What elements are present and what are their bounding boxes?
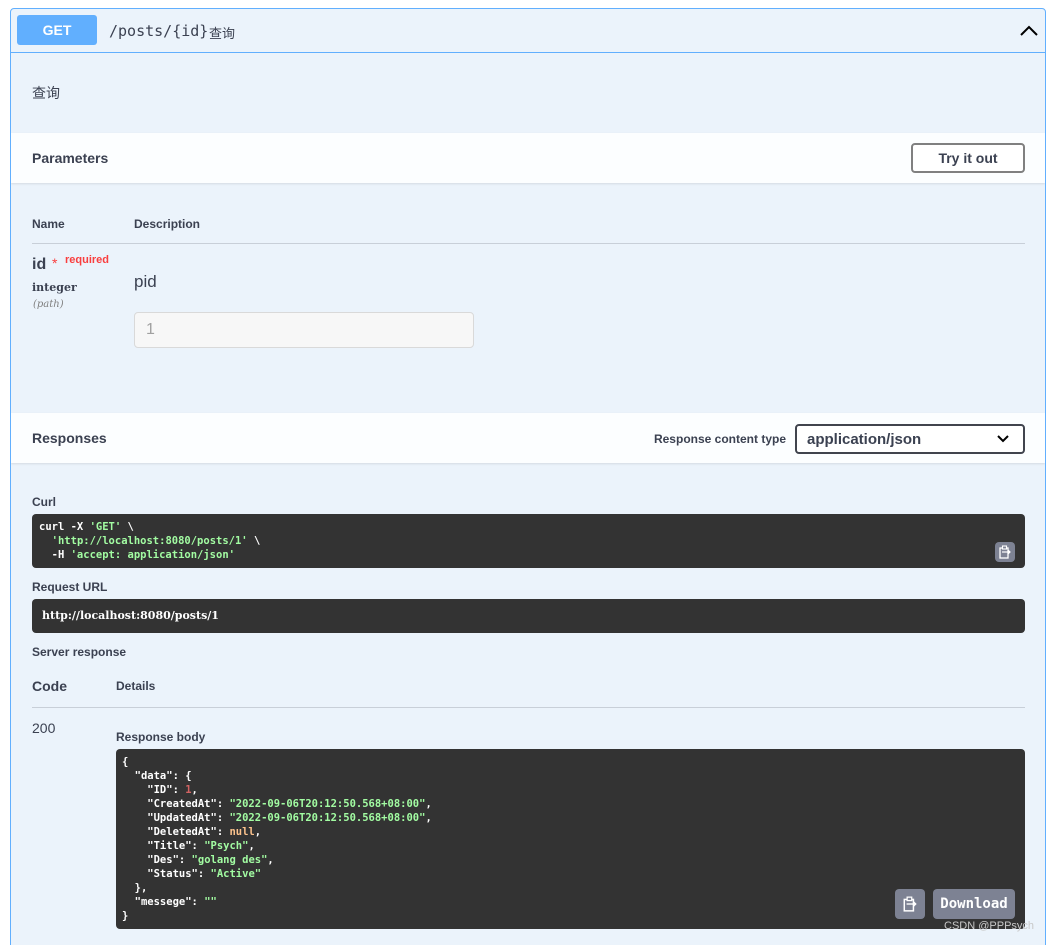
- curl-text: \: [247, 535, 261, 547]
- param-required-label: required: [65, 254, 110, 266]
- curl-text: curl -X: [39, 521, 90, 533]
- json-string: "2022-09-06T20:12:50.568+08:00": [229, 798, 426, 810]
- download-button[interactable]: Download: [933, 889, 1015, 919]
- response-body-label: Response body: [116, 730, 206, 744]
- curl-label: Curl: [32, 495, 56, 509]
- chevron-down-icon: [997, 435, 1009, 443]
- json-key: "Des":: [122, 854, 192, 866]
- watermark: CSDN @PPPsych: [944, 920, 1035, 932]
- json-null: null: [229, 826, 255, 838]
- response-content-type-select[interactable]: application/json: [795, 424, 1025, 454]
- curl-string: 'accept: application/json': [70, 549, 235, 561]
- json-key: "UpdatedAt":: [122, 812, 230, 824]
- response-content-type-value: application/json: [807, 430, 922, 448]
- server-response-label: Server response: [32, 645, 127, 659]
- curl-string: 'http://localhost:8080/posts/1': [51, 535, 248, 547]
- response-header-divider: [32, 707, 1025, 708]
- copy-icon: [999, 545, 1011, 559]
- param-col-name: Name: [32, 217, 65, 231]
- request-url-label: Request URL: [32, 580, 108, 594]
- json-key: "messege":: [122, 896, 205, 908]
- operation-block-get-posts-id: GET /posts/{id} 查询 查询 Parameters Try it …: [10, 8, 1046, 945]
- param-type: integer: [32, 281, 77, 294]
- json-key: "DeletedAt":: [122, 826, 230, 838]
- json-string: "2022-09-06T20:12:50.568+08:00": [229, 812, 426, 824]
- responses-title: Responses: [32, 430, 107, 446]
- operation-path: /posts/{id}: [109, 22, 209, 40]
- operation-summary-text: 查询: [209, 26, 236, 41]
- try-it-out-button[interactable]: Try it out: [911, 143, 1025, 173]
- copy-curl-button[interactable]: [995, 542, 1015, 562]
- json-punct: },: [122, 882, 148, 894]
- param-description: pid: [134, 272, 157, 291]
- curl-string: 'GET': [89, 521, 122, 533]
- response-body-block[interactable]: { "data": { "ID": 1, "CreatedAt": "2022-…: [116, 749, 1025, 929]
- param-col-description: Description: [134, 217, 201, 231]
- request-url-block[interactable]: http://localhost:8080/posts/1: [32, 599, 1025, 633]
- curl-command-block[interactable]: curl -X 'GET' \ 'http://localhost:8080/p…: [32, 514, 1025, 568]
- response-status-code: 200: [32, 720, 56, 736]
- param-name: id: [32, 256, 47, 273]
- json-key: "Status":: [122, 868, 211, 880]
- operation-description: 查询: [32, 85, 60, 101]
- json-punct: }: [122, 910, 129, 922]
- json-key: "data": {: [122, 770, 192, 782]
- param-location: (path): [33, 299, 64, 310]
- response-content-type-label: Response content type: [653, 432, 786, 446]
- response-col-details: Details: [116, 679, 156, 693]
- copy-response-button[interactable]: [895, 889, 925, 919]
- parameters-title: Parameters: [32, 150, 109, 166]
- curl-text: [39, 535, 52, 547]
- json-string: "golang des": [191, 854, 268, 866]
- json-string: "Active": [210, 868, 262, 880]
- curl-text: -H: [39, 549, 71, 561]
- responses-header: Responses Response content type applicat…: [11, 413, 1045, 463]
- json-key: "Title":: [122, 840, 205, 852]
- json-string: "": [204, 896, 217, 908]
- param-header-divider: [32, 243, 1025, 244]
- response-col-code: Code: [32, 678, 67, 694]
- json-key: "CreatedAt":: [122, 798, 230, 810]
- curl-text: \: [121, 521, 134, 533]
- http-method-badge: GET: [17, 15, 97, 45]
- chevron-up-icon[interactable]: [1019, 21, 1039, 41]
- json-key: "ID":: [122, 784, 186, 796]
- json-string: "Psych": [204, 840, 249, 852]
- json-punct: {: [122, 756, 129, 768]
- copy-icon: [903, 896, 917, 912]
- parameters-header: Parameters Try it out: [11, 133, 1045, 183]
- param-id-input[interactable]: 1: [134, 312, 474, 348]
- operation-summary[interactable]: GET /posts/{id} 查询: [11, 9, 1045, 53]
- request-url-value: http://localhost:8080/posts/1: [42, 609, 219, 622]
- param-required-star: *: [52, 255, 58, 271]
